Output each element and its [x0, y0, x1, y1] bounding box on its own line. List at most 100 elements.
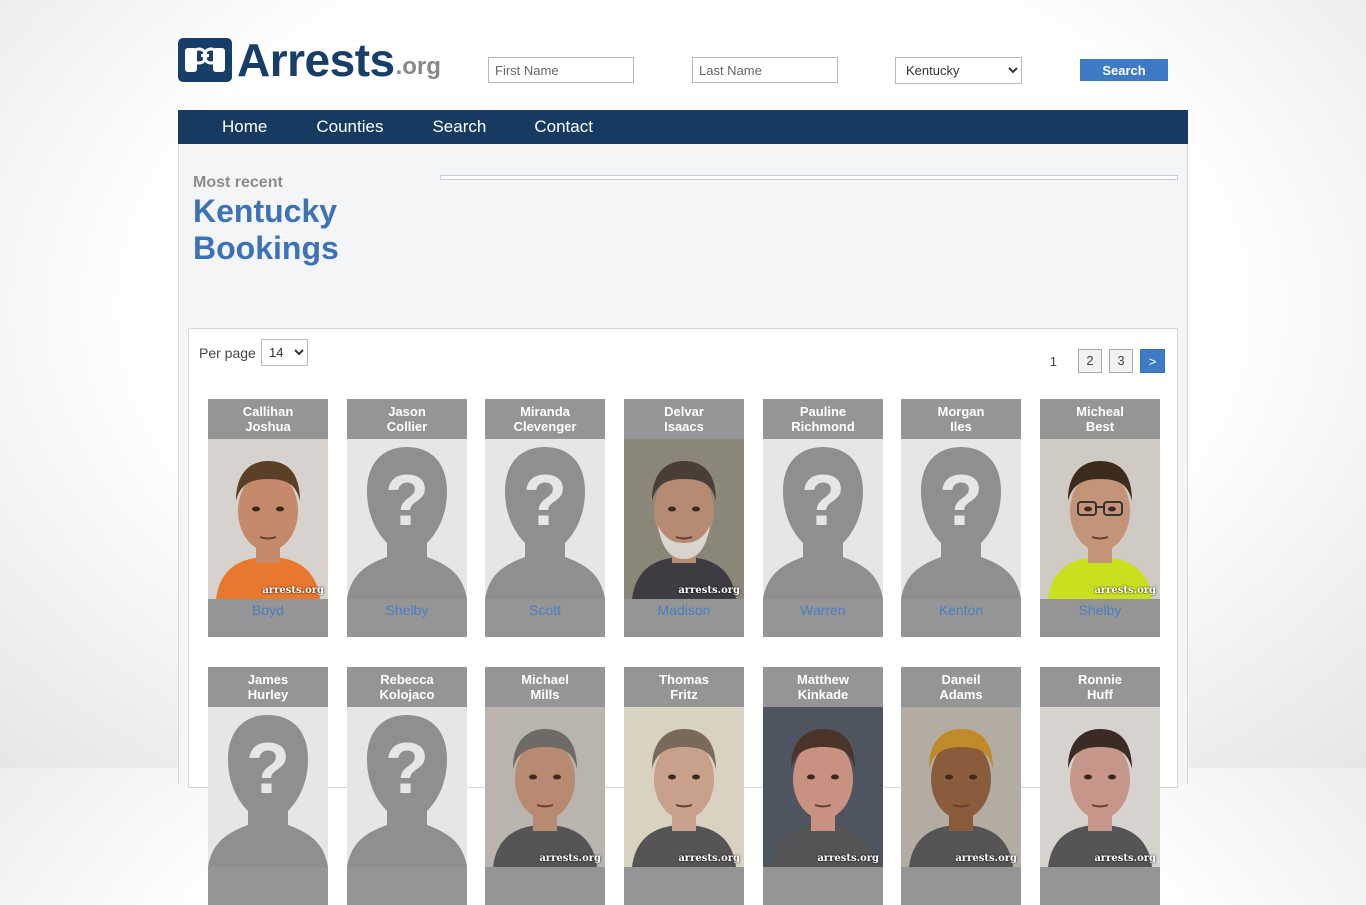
- logo-wordmark: Arrests: [237, 34, 395, 86]
- inmate-last-name: Kinkade: [797, 687, 849, 702]
- inmate-first-name: Thomas: [659, 672, 709, 687]
- placeholder-silhouette-icon[interactable]: ?: [347, 707, 467, 867]
- inmate-county-link[interactable]: Scott: [485, 599, 605, 621]
- mugshot-photo[interactable]: arrests.org: [624, 439, 744, 599]
- inmate-name[interactable]: James Hurley: [208, 667, 328, 707]
- pagination-next-button[interactable]: >: [1140, 349, 1165, 373]
- inmate-last-name: Collier: [386, 419, 428, 434]
- placeholder-silhouette-icon[interactable]: ?: [208, 707, 328, 867]
- first-name-input[interactable]: [488, 57, 634, 83]
- inmate-name[interactable]: Pauline Richmond: [763, 399, 883, 439]
- inmate-county-link[interactable]: Boyd: [208, 599, 328, 621]
- per-page-select[interactable]: 14: [261, 339, 308, 366]
- inmate-last-name: Joshua: [245, 419, 291, 434]
- mugshot-photo[interactable]: arrests.org: [763, 707, 883, 867]
- site-logo[interactable]: Arrests .org: [178, 34, 441, 86]
- inmate-card[interactable]: James Hurley?: [208, 667, 328, 905]
- inmate-name[interactable]: Rebecca Kolojaco: [347, 667, 467, 707]
- pagination-page-3[interactable]: 3: [1109, 349, 1133, 373]
- inmate-last-name: Mills: [530, 687, 560, 702]
- watermark-text: arrests.org: [262, 585, 324, 596]
- inmate-name[interactable]: Miranda Clevenger: [485, 399, 605, 439]
- inmate-county-link[interactable]: Warren: [763, 599, 883, 621]
- mugshot-photo[interactable]: arrests.org: [485, 707, 605, 867]
- state-select[interactable]: Kentucky: [895, 57, 1022, 84]
- mugshot-photo[interactable]: arrests.org: [1040, 439, 1160, 599]
- inmate-card[interactable]: Matthew Kinkade arrests.org: [763, 667, 883, 905]
- handcuffs-logo-icon: [178, 38, 232, 82]
- inmate-card[interactable]: Jason Collier? Shelby: [347, 399, 467, 637]
- nav-item-contact[interactable]: Contact: [534, 110, 593, 144]
- inmate-name[interactable]: Michael Mills: [485, 667, 605, 707]
- inmate-card[interactable]: Rebecca Kolojaco?: [347, 667, 467, 905]
- nav-item-search[interactable]: Search: [432, 110, 486, 144]
- inmate-first-name: Ronnie: [1077, 672, 1123, 687]
- inmate-name[interactable]: Thomas Fritz: [624, 667, 744, 707]
- pagination-page-2[interactable]: 2: [1078, 349, 1102, 373]
- inmate-last-name: Iles: [950, 419, 972, 434]
- mugshot-photo[interactable]: arrests.org: [208, 439, 328, 599]
- inmate-name[interactable]: Delvar Isaacs: [624, 399, 744, 439]
- bookings-panel: Per page 14 1 2 3 > Callihan Joshua arrest…: [188, 328, 1178, 905]
- inmate-last-name: Huff: [1087, 687, 1113, 702]
- svg-text:?: ?: [385, 729, 429, 809]
- placeholder-silhouette-icon[interactable]: ?: [763, 439, 883, 599]
- logo-suffix: .org: [395, 53, 441, 80]
- inmate-card[interactable]: Pauline Richmond? Warren: [763, 399, 883, 637]
- inmate-last-name: Adams: [939, 687, 983, 702]
- inmate-name[interactable]: Daneil Adams: [901, 667, 1021, 707]
- inmate-card[interactable]: Michael Mills arrests.org: [485, 667, 605, 905]
- watermark-text: arrests.org: [1094, 853, 1156, 864]
- inmate-last-name: Kolojaco: [379, 687, 435, 702]
- inmate-name[interactable]: Callihan Joshua: [208, 399, 328, 439]
- mugshot-photo[interactable]: arrests.org: [901, 707, 1021, 867]
- watermark-text: arrests.org: [1094, 585, 1156, 596]
- last-name-input[interactable]: [692, 57, 838, 83]
- inmate-county-link[interactable]: Shelby: [347, 599, 467, 621]
- watermark-text: arrests.org: [539, 853, 601, 864]
- inmate-county-link[interactable]: Madison: [624, 599, 744, 621]
- inmate-card[interactable]: Miranda Clevenger? Scott: [485, 399, 605, 637]
- svg-text:?: ?: [385, 461, 429, 541]
- main-content: Most recent Kentucky Bookings Per page 1…: [178, 144, 1188, 905]
- inmate-name[interactable]: Jason Collier: [347, 399, 467, 439]
- nav-item-home[interactable]: Home: [222, 110, 267, 144]
- pagination: 1 2 3 >: [1050, 349, 1165, 373]
- placeholder-silhouette-icon[interactable]: ?: [347, 439, 467, 599]
- mugshot-photo[interactable]: arrests.org: [1040, 707, 1160, 867]
- inmate-first-name: Michael: [521, 672, 569, 687]
- inmate-county-link[interactable]: Shelby: [1040, 599, 1160, 621]
- inmate-name[interactable]: Matthew Kinkade: [763, 667, 883, 707]
- search-button[interactable]: Search: [1080, 59, 1168, 81]
- inmate-name[interactable]: Ronnie Huff: [1040, 667, 1160, 707]
- inmate-card[interactable]: Delvar Isaacs arrests.org Madison: [624, 399, 744, 637]
- placeholder-silhouette-icon[interactable]: ?: [901, 439, 1021, 599]
- inmate-first-name: Callihan: [242, 404, 294, 419]
- inmate-name[interactable]: Morgan Iles: [901, 399, 1021, 439]
- inmate-card[interactable]: Ronnie Huff arrests.org: [1040, 667, 1160, 905]
- inmate-name[interactable]: Micheal Best: [1040, 399, 1160, 439]
- inmate-last-name: Richmond: [791, 419, 855, 434]
- inmate-last-name: Hurley: [247, 687, 289, 702]
- per-page-label: Per page: [199, 345, 256, 361]
- site-header: Arrests .org Kentucky Search: [178, 36, 1188, 86]
- inmate-last-name: Fritz: [670, 687, 698, 702]
- placeholder-silhouette-icon[interactable]: ?: [485, 439, 605, 599]
- mugshot-photo[interactable]: arrests.org: [624, 707, 744, 867]
- watermark-text: arrests.org: [817, 853, 879, 864]
- inmate-county-link[interactable]: Kenton: [901, 599, 1021, 621]
- inmate-card[interactable]: Thomas Fritz arrests.org: [624, 667, 744, 905]
- inmate-last-name: Isaacs: [664, 419, 704, 434]
- inmate-first-name: Miranda: [520, 404, 570, 419]
- watermark-text: arrests.org: [678, 585, 740, 596]
- inmate-card[interactable]: Callihan Joshua arrests.org Boyd: [208, 399, 328, 637]
- inmate-first-name: Micheal: [1076, 404, 1124, 419]
- inmate-card[interactable]: Micheal Best arrests.org Shelby: [1040, 399, 1160, 637]
- inmate-card[interactable]: Morgan Iles? Kenton: [901, 399, 1021, 637]
- inmate-card[interactable]: Daneil Adams arrests.org: [901, 667, 1021, 905]
- page-title-line-1: Kentucky: [193, 193, 338, 229]
- svg-text:?: ?: [939, 461, 983, 541]
- inmate-first-name: Pauline: [799, 404, 847, 419]
- inmate-last-name: Clevenger: [513, 419, 577, 434]
- nav-item-counties[interactable]: Counties: [316, 110, 383, 144]
